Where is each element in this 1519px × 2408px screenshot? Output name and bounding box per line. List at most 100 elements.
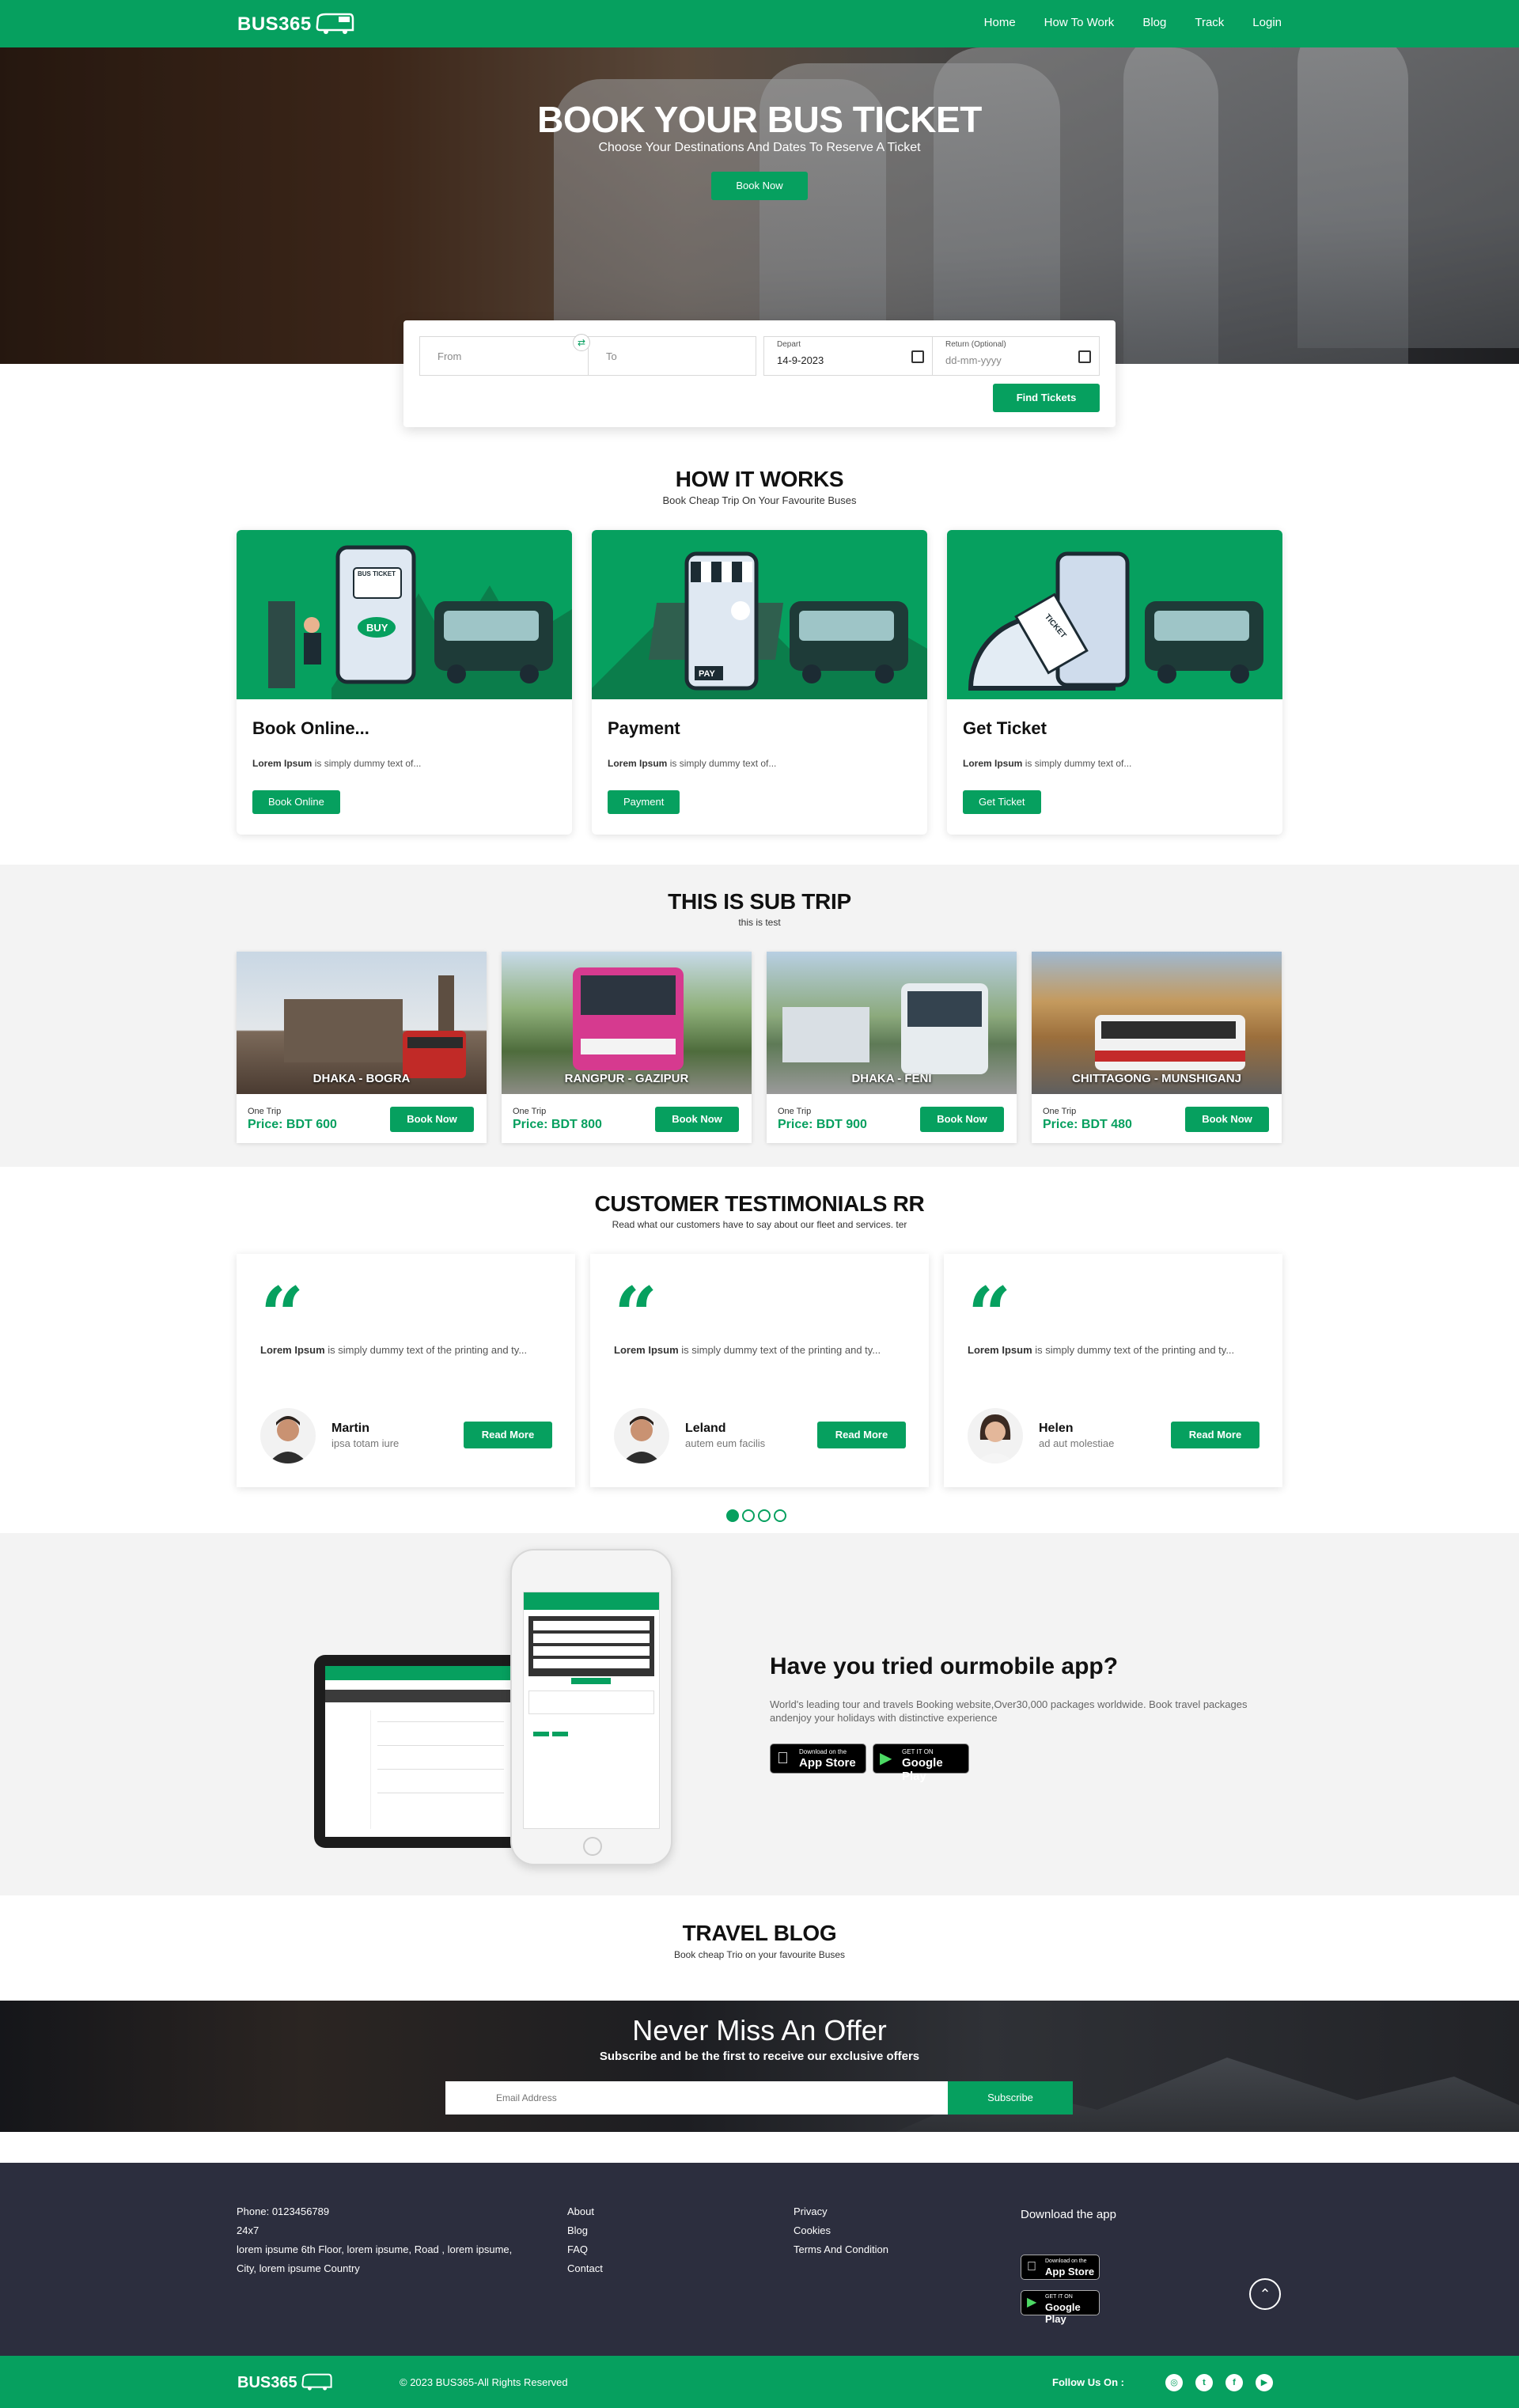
testimonial-role: autem eum facilis [685,1437,766,1449]
footer-hours: 24x7 [237,2224,259,2236]
site-logo[interactable]: BUS365 [237,13,356,36]
calendar-icon[interactable] [1078,350,1091,363]
get-ticket-illustration: TICKET [947,530,1282,699]
apple-icon:  [1027,2260,1036,2274]
img-badge-pay: PAY [699,669,715,679]
trip-card[interactable]: CHITTAGONG - MUNSHIGANJ One Trip Price: … [1032,952,1282,1143]
footer-app-store-small: Download on the [1045,2258,1087,2264]
payment-button[interactable]: Payment [608,790,680,814]
trip-type: One Trip [248,1107,282,1116]
footer-google-play-button[interactable]: ▶ GET IT ON Google Play [1021,2290,1100,2325]
read-more-button[interactable]: Read More [817,1422,906,1448]
trip-route: RANGPUR - GAZIPUR [564,1072,689,1085]
instagram-icon[interactable]: ◎ [1165,2374,1183,2391]
nav-blog[interactable]: Blog [1142,16,1166,29]
to-placeholder: To [606,350,617,362]
sub-trip-title: THIS IS SUB TRIP [668,889,851,914]
carousel-dot[interactable] [758,1509,771,1522]
carousel-dot[interactable] [742,1509,755,1522]
subscribe-button[interactable]: Subscribe [948,2081,1073,2115]
follow-label: Follow Us On : [1052,2376,1124,2388]
nav-home[interactable]: Home [984,16,1016,29]
facebook-icon[interactable]: f [1225,2374,1243,2391]
nav-login[interactable]: Login [1252,16,1282,29]
trip-type: One Trip [513,1107,547,1116]
trip-book-now-button[interactable]: Book Now [390,1107,474,1132]
footer-logo[interactable]: BUS365 [237,2373,335,2392]
footer-link-faq[interactable]: FAQ [567,2240,603,2259]
hero-book-now-button[interactable]: Book Now [711,172,808,200]
trip-book-now-button[interactable]: Book Now [655,1107,739,1132]
footer-link-contact[interactable]: Contact [567,2259,603,2278]
calendar-icon[interactable] [911,350,924,363]
trip-card[interactable]: RANGPUR - GAZIPUR One Trip Price: BDT 80… [502,952,752,1143]
bus-logo-icon [316,13,354,34]
footer-app-store-button[interactable]:  Download on the App Store [1021,2255,1100,2280]
get-ticket-button[interactable]: Get Ticket [963,790,1041,814]
carousel-dot[interactable] [774,1509,786,1522]
hero-overlay [0,47,1519,364]
copyright: © 2023 BUS365-All Rights Reserved [400,2376,568,2388]
nav-how-to-work[interactable]: How To Work [1044,16,1115,29]
find-tickets-button[interactable]: Find Tickets [993,384,1100,412]
email-input[interactable] [445,2081,948,2115]
app-store-button[interactable]:  Download on the App Store [770,1744,866,1774]
footer-links-2: Privacy Cookies Terms And Condition [794,2202,888,2259]
nav-track[interactable]: Track [1195,16,1224,29]
footer-address: lorem ipsume 6th Floor, lorem ipsume, Ro… [237,2243,513,2274]
how-card-title: Book Online... [252,718,369,738]
hero-title: BOOK YOUR BUS TICKET [537,99,982,140]
carousel-dot[interactable] [726,1509,739,1522]
phone-home-button [583,1837,602,1856]
footer-link-cookies[interactable]: Cookies [794,2221,888,2240]
from-placeholder: From [438,350,462,362]
return-placeholder: dd-mm-yyyy [945,354,1002,366]
bus-logo-icon [301,2373,332,2391]
trip-card[interactable]: DHAKA - FENI One Trip Price: BDT 900 Boo… [767,952,1017,1143]
offer-subtitle: Subscribe and be the first to receive ou… [599,2050,920,2063]
bottom-bar: BUS365 © 2023 BUS365-All Rights Reserved… [0,2356,1519,2408]
google-play-button[interactable]: ▶ GET IT ON Google Play [873,1744,969,1783]
footer-link-about[interactable]: About [567,2202,603,2221]
testimonial-role: ad aut molestiae [1039,1437,1115,1449]
footer-google-play-text: Google Play [1045,2301,1081,2325]
how-card-text: Lorem Ipsum is simply dummy text of... [963,758,1132,769]
book-online-illustration: BUS TICKET BUY [237,530,572,699]
return-date-field[interactable]: Return (Optional) dd-mm-yyyy [933,336,1100,376]
site-footer: Phone: 0123456789 24x7 lorem ipsume 6th … [0,2163,1519,2356]
depart-date-field[interactable]: Depart 14-9-2023 [763,336,933,376]
footer-link-privacy[interactable]: Privacy [794,2202,888,2221]
avatar [968,1408,1023,1463]
to-field[interactable]: To [589,336,756,376]
read-more-button[interactable]: Read More [1171,1422,1260,1448]
app-description: World's leading tour and travels Booking… [770,1698,1248,1724]
testimonial-name: Helen [1039,1422,1074,1435]
testimonial-name: Martin [331,1422,369,1435]
trip-card[interactable]: DHAKA - BOGRA One Trip Price: BDT 600 Bo… [237,952,487,1143]
testimonial-text: Lorem Ipsum is simply dummy text of the … [968,1344,1235,1356]
footer-logo-text: BUS365 [237,2373,297,2391]
from-field[interactable]: From [419,336,589,376]
footer-link-blog[interactable]: Blog [567,2221,603,2240]
footer-link-terms[interactable]: Terms And Condition [794,2240,888,2259]
book-online-button[interactable]: Book Online [252,790,340,814]
arrow-up-icon[interactable]: ⌃ [1249,2278,1281,2310]
swap-icon[interactable]: ⇄ [573,334,590,351]
testimonial-text: Lorem Ipsum is simply dummy text of the … [614,1344,881,1356]
trip-book-now-button[interactable]: Book Now [1185,1107,1269,1132]
img-badge-buy: BUY [366,622,388,634]
youtube-icon[interactable]: ▶ [1256,2374,1273,2391]
testimonial-name: Leland [685,1422,726,1435]
twitter-icon[interactable]: t [1195,2374,1213,2391]
trip-type: One Trip [1043,1107,1077,1116]
mobile-app-section [0,1533,1519,1895]
footer-google-play-small: GET IT ON [1045,2294,1073,2300]
hero-subtitle: Choose Your Destinations And Dates To Re… [598,141,921,154]
how-card-text: Lorem Ipsum is simply dummy text of... [608,758,777,769]
trip-price: Price: BDT 600 [248,1118,337,1131]
trip-type: One Trip [778,1107,812,1116]
testimonial-text: Lorem Ipsum is simply dummy text of the … [260,1344,528,1356]
how-card-text: Lorem Ipsum is simply dummy text of... [252,758,422,769]
trip-book-now-button[interactable]: Book Now [920,1107,1004,1132]
read-more-button[interactable]: Read More [464,1422,552,1448]
